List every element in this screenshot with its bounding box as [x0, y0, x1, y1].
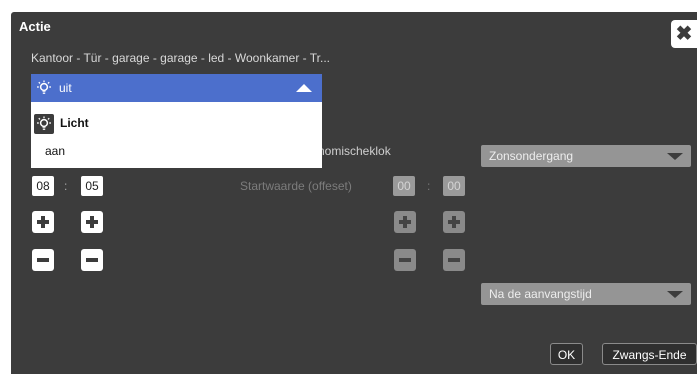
option-group-licht: Licht — [31, 114, 322, 134]
offset-hours-decrement-button — [394, 249, 416, 271]
close-icon: ✖ — [675, 23, 693, 45]
timing-select[interactable]: Na de aanvangstijd — [481, 283, 691, 305]
time-separator: : — [64, 179, 68, 193]
option-aan[interactable]: aan — [31, 142, 322, 160]
offset-hours-input: 00 — [393, 176, 415, 196]
minutes-input[interactable]: 05 — [81, 176, 103, 196]
minus-icon — [86, 258, 98, 262]
minus-icon — [448, 258, 460, 262]
offset-hours-increment-button — [394, 211, 416, 233]
minus-icon — [37, 258, 49, 262]
chevron-down-icon — [667, 291, 683, 298]
light-bulb-icon — [34, 114, 54, 134]
chevron-up-icon — [296, 84, 312, 92]
offset-minutes-increment-button — [443, 211, 465, 233]
dialog-title: Actie — [19, 19, 51, 34]
ok-button[interactable]: OK — [550, 343, 583, 365]
chevron-down-icon — [667, 153, 683, 160]
option-label: aan — [45, 144, 66, 158]
minutes-decrement-button[interactable] — [81, 249, 103, 271]
minutes-increment-button[interactable] — [81, 211, 103, 233]
offset-minutes-decrement-button — [443, 249, 465, 271]
device-path: Kantoor - Tür - garage - garage - led - … — [31, 51, 331, 65]
action-dropdown-list: Licht aan — [31, 102, 322, 168]
astro-clock-label: nomischeklok — [318, 144, 391, 158]
selected-action: uit — [59, 81, 72, 95]
hours-decrement-button[interactable] — [32, 249, 54, 271]
offset-separator: : — [427, 179, 431, 193]
offset-label: Startwaarde (offeset) — [240, 179, 352, 193]
sun-event-value: Zonsondergang — [489, 149, 574, 163]
timing-value: Na de aanvangstijd — [489, 287, 592, 301]
offset-minutes-input: 00 — [443, 176, 465, 196]
light-bulb-icon — [35, 80, 53, 101]
hours-input[interactable]: 08 — [32, 176, 54, 196]
close-button[interactable]: ✖ — [671, 20, 697, 48]
option-group-label: Licht — [60, 116, 89, 130]
hours-increment-button[interactable] — [32, 211, 54, 233]
action-dialog — [11, 12, 697, 374]
sun-event-select[interactable]: Zonsondergang — [481, 145, 691, 167]
force-end-button[interactable]: Zwangs-Ende — [602, 343, 697, 365]
minus-icon — [399, 258, 411, 262]
action-dropdown[interactable]: uit — [31, 74, 322, 102]
